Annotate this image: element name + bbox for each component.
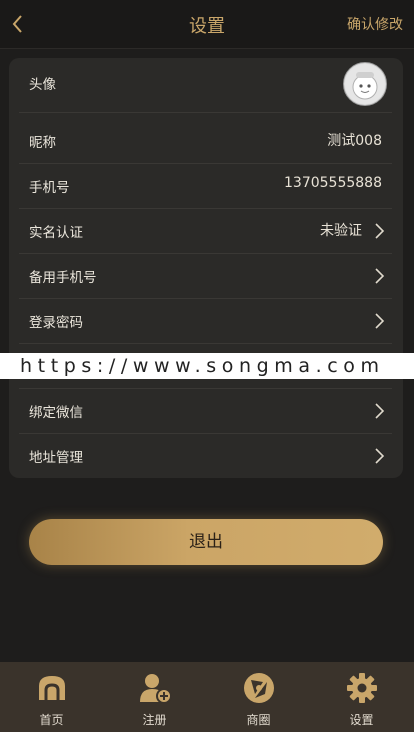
add-user-icon <box>139 674 172 704</box>
row-label: 登录密码 <box>29 315 83 331</box>
avatar-face-icon <box>345 64 385 104</box>
chevron-right-icon <box>375 448 385 464</box>
row-real-name-verify[interactable]: 实名认证 未验证 <box>19 208 392 254</box>
tab-home[interactable]: 首页 <box>0 662 103 732</box>
aperture-icon <box>243 673 274 703</box>
tab-label: 注册 <box>142 713 167 727</box>
tab-business-circle[interactable]: 商圈 <box>207 662 310 732</box>
header-bar: 设置 确认修改 <box>0 0 414 49</box>
tab-register[interactable]: 注册 <box>103 662 206 732</box>
tab-label: 首页 <box>39 713 64 727</box>
settings-card: 头像 昵称 测试008 手机号 13705555888 实名认证 未验证 备用手… <box>9 58 403 478</box>
gear-icon <box>346 673 377 703</box>
row-label: 实名认证 <box>29 225 83 241</box>
chevron-right-icon <box>375 403 385 419</box>
tab-label: 商圈 <box>246 713 271 727</box>
row-avatar[interactable]: 头像 <box>19 58 392 113</box>
bottom-tab-bar: 首页 注册 商圈 设置 <box>0 662 414 732</box>
row-login-password[interactable]: 登录密码 <box>19 298 392 344</box>
verify-status: 未验证 <box>320 223 362 239</box>
row-phone[interactable]: 手机号 13705555888 <box>19 163 392 209</box>
row-label: 头像 <box>29 77 56 93</box>
row-label: 昵称 <box>29 135 56 151</box>
home-icon <box>38 676 65 700</box>
avatar[interactable] <box>343 62 387 106</box>
nickname-value: 测试008 <box>327 133 382 149</box>
chevron-right-icon <box>375 268 385 284</box>
phone-value: 13705555888 <box>284 175 382 191</box>
row-address-management[interactable]: 地址管理 <box>19 433 392 478</box>
watermark-banner: https://www.songma.com <box>0 353 414 379</box>
row-label: 绑定微信 <box>29 405 83 421</box>
tab-label: 设置 <box>349 713 374 727</box>
logout-button[interactable]: 退出 <box>29 519 383 565</box>
row-backup-phone[interactable]: 备用手机号 <box>19 253 392 299</box>
row-nickname[interactable]: 昵称 测试008 <box>19 118 392 164</box>
row-label: 备用手机号 <box>29 270 97 286</box>
row-label: 手机号 <box>29 180 70 196</box>
row-label: 地址管理 <box>29 450 83 466</box>
chevron-right-icon <box>375 223 385 239</box>
confirm-edit-button[interactable]: 确认修改 <box>347 14 403 34</box>
row-bind-wechat[interactable]: 绑定微信 <box>19 388 392 434</box>
chevron-right-icon <box>375 313 385 329</box>
tab-settings[interactable]: 设置 <box>310 662 413 732</box>
